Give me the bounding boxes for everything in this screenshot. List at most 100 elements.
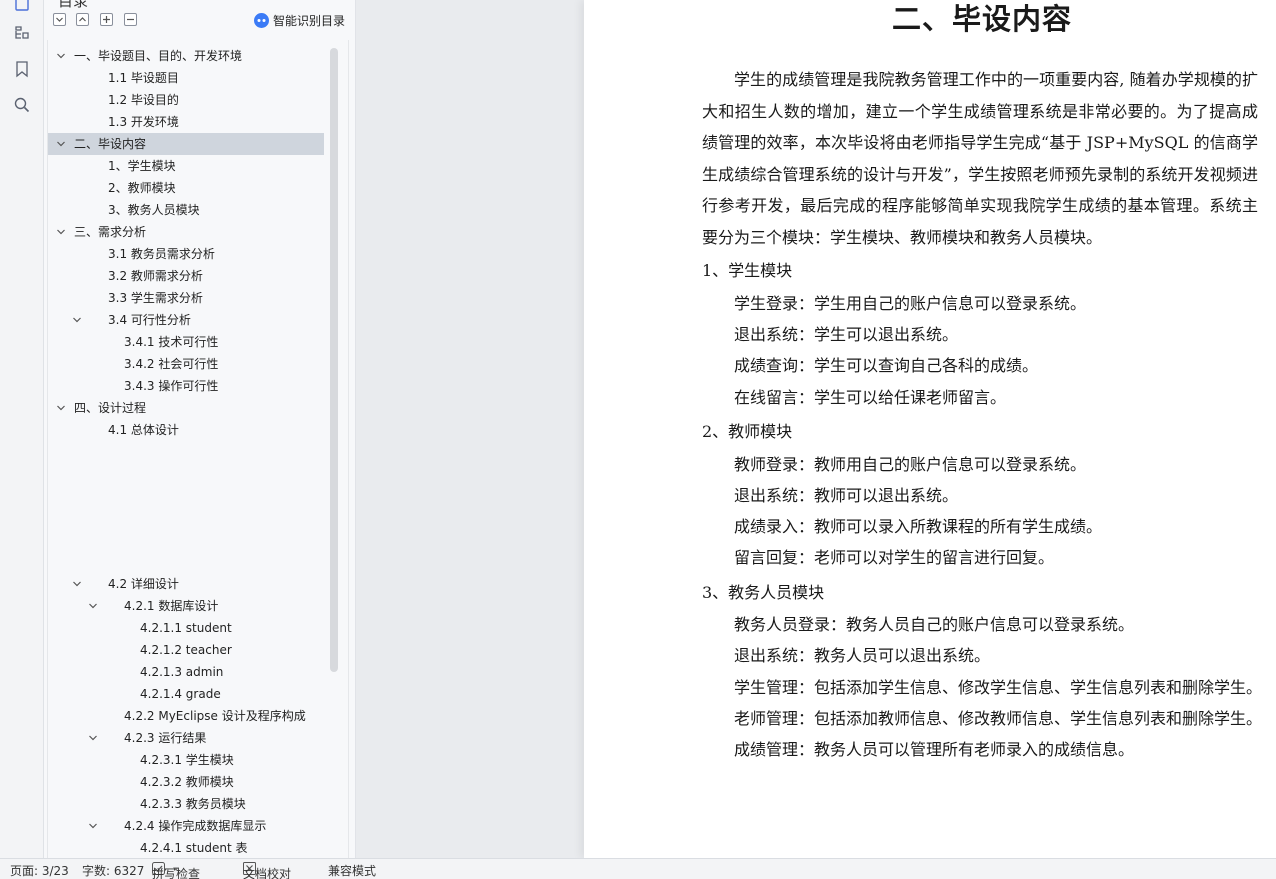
outline-item-label: 二、毕设内容 [74, 137, 147, 151]
module-feature-line: 退出系统：学生可以退出系统。 [734, 325, 959, 344]
outline-panel: 目录 智能识别目录 一、毕设题目、目的、开发环境 1.1 毕设题目 1.2 毕设目的… [44, 0, 356, 858]
outline-item[interactable]: 1.2 毕设目的 [48, 89, 324, 111]
outline-item-label: 4.2.1 数据库设计 [124, 599, 219, 613]
chevron-down-icon[interactable] [56, 139, 66, 149]
outline-item-label: 4.2.3 运行结果 [124, 731, 207, 745]
module-feature-line: 成绩录入：教师可以录入所教课程的所有学生成绩。 [734, 517, 1103, 536]
outline-tree: 一、毕设题目、目的、开发环境 1.1 毕设题目 1.2 毕设目的 1.3 开发环境二、… [47, 40, 349, 858]
chevron-down-icon[interactable] [56, 403, 66, 413]
outline-scrollbar[interactable] [330, 48, 338, 672]
outline-item-label: 4.2 详细设计 [108, 577, 179, 591]
outline-item-label: 4.1 总体设计 [108, 423, 179, 437]
outline-item[interactable]: 4.2.1.4 grade [48, 683, 324, 705]
outline-item-label: 4.2.1.3 admin [140, 665, 224, 679]
remove-heading-button[interactable] [124, 13, 137, 26]
doc-proofread-button[interactable]: 文档校对 [243, 862, 291, 879]
bookmark-icon[interactable] [8, 55, 36, 83]
chevron-down-icon[interactable] [88, 733, 98, 743]
navigation-tree-icon[interactable] [8, 19, 36, 47]
outline-item[interactable]: 3.4.3 操作可行性 [48, 375, 324, 397]
module-feature-line: 学生管理：包括添加学生信息、修改学生信息、学生信息列表和删除学生。 [734, 678, 1263, 697]
outline-item[interactable]: 1、学生模块 [48, 155, 324, 177]
document-page[interactable]: 二、毕设内容 学生的成绩管理是我院教务管理工作中的一项重要内容, 随着办学规模的… [584, 0, 1276, 858]
status-bar: 页面: 3/23 字数: 6327 拼写检查 文档校对 兼容模式 [0, 858, 1276, 879]
outline-item-label: 1、学生模块 [108, 159, 176, 173]
outline-item[interactable]: 3.3 学生需求分析 [48, 287, 324, 309]
outline-item[interactable]: 4.2.3.3 教务员模块 [48, 793, 324, 815]
outline-item[interactable]: 4.2.1.3 admin [48, 661, 324, 683]
chevron-down-icon[interactable] [72, 315, 82, 325]
chevron-down-icon[interactable] [88, 601, 98, 611]
outline-panel-icon[interactable] [8, 0, 36, 18]
outline-item[interactable]: 4.2 详细设计 [48, 573, 324, 595]
word-count[interactable]: 字数: 6327 [82, 862, 144, 879]
module-heading: 3、教务人员模块 [702, 583, 825, 602]
chevron-down-icon [56, 17, 63, 22]
outline-item-label: 1.2 毕设目的 [108, 93, 179, 107]
outline-item[interactable]: 3、教务人员模块 [48, 199, 324, 221]
outline-item[interactable]: 4.2.1.2 teacher [48, 639, 324, 661]
outline-item[interactable]: 二、毕设内容 [48, 133, 324, 155]
collapse-all-button[interactable] [53, 13, 66, 26]
outline-item-label: 3.4.3 操作可行性 [124, 379, 219, 393]
outline-item[interactable]: 4.2.1.1 student [48, 617, 324, 639]
module-feature-line: 教师登录：教师用自己的账户信息可以登录系统。 [734, 455, 1087, 474]
minus-icon [127, 18, 134, 21]
module-feature-line: 退出系统：教师可以退出系统。 [734, 486, 959, 505]
outline-item[interactable]: 1.3 开发环境 [48, 111, 324, 133]
section-title: 二、毕设内容 [892, 2, 1073, 36]
outline-item[interactable]: 4.2.1 数据库设计 [48, 595, 324, 617]
outline-item[interactable]: 4.2.4.1 student 表 [48, 837, 324, 859]
smart-toc-label: 智能识别目录 [272, 14, 345, 28]
plus-icon [103, 16, 110, 23]
outline-item[interactable]: 3.4 可行性分析 [48, 309, 324, 331]
doc-proofread-label: 文档校对 [243, 867, 292, 879]
outline-item[interactable]: 4.1 总体设计 [48, 419, 324, 441]
chevron-down-icon[interactable] [56, 51, 66, 61]
module-feature-line: 在线留言：学生可以给任课老师留言。 [734, 388, 1007, 407]
outline-item-label: 3.3 学生需求分析 [108, 291, 203, 305]
document-area: 二、毕设内容 学生的成绩管理是我院教务管理工作中的一项重要内容, 随着办学规模的… [356, 0, 1276, 858]
page-count[interactable]: 页面: 3/23 [10, 862, 69, 879]
module-feature-line: 教务人员登录：教务人员自己的账户信息可以登录系统。 [734, 615, 1135, 634]
outline-item[interactable]: 四、设计过程 [48, 397, 324, 419]
outline-item-label: 4.2.3.1 学生模块 [140, 753, 234, 767]
spell-check-label: 拼写检查 [152, 867, 201, 879]
outline-item-label: 1.3 开发环境 [108, 115, 179, 129]
outline-item[interactable]: 3.4.2 社会可行性 [48, 353, 324, 375]
outline-item-label: 4.2.1.2 teacher [140, 643, 232, 657]
outline-item[interactable]: 4.2.3 运行结果 [48, 727, 324, 749]
smart-toc-button[interactable]: 智能识别目录 [253, 12, 345, 29]
chevron-down-icon[interactable] [88, 821, 98, 831]
outline-item[interactable]: 4.2.2 MyEclipse 设计及程序构成 [48, 705, 324, 727]
outline-item-label: 3.4.2 社会可行性 [124, 357, 219, 371]
module-feature-line: 留言回复：老师可以对学生的留言进行回复。 [734, 548, 1055, 567]
outline-item[interactable]: 4.2.4 操作完成数据库显示 [48, 815, 324, 837]
outline-item[interactable]: 2、教师模块 [48, 177, 324, 199]
outline-item[interactable]: 3.2 教师需求分析 [48, 265, 324, 287]
chevron-down-icon[interactable] [56, 227, 66, 237]
outline-item-label: 4.2.2 MyEclipse 设计及程序构成 [124, 709, 306, 723]
module-feature-line: 成绩查询：学生可以查询自己各科的成绩。 [734, 356, 1039, 375]
chevron-down-icon[interactable] [72, 579, 82, 589]
spell-check-button[interactable]: 拼写检查 [152, 862, 200, 879]
expand-up-button[interactable] [76, 13, 89, 26]
outline-item-label: 3.2 教师需求分析 [108, 269, 203, 283]
outline-item[interactable]: 3.1 教务员需求分析 [48, 243, 324, 265]
outline-item-label: 3.4.1 技术可行性 [124, 335, 219, 349]
outline-item-label: 4.2.3.3 教务员模块 [140, 797, 246, 811]
add-heading-button[interactable] [100, 13, 113, 26]
outline-item[interactable]: 1.1 毕设题目 [48, 67, 324, 89]
outline-item[interactable]: 4.2.3.1 学生模块 [48, 749, 324, 771]
outline-item-label: 4.2.4 操作完成数据库显示 [124, 819, 267, 833]
left-icon-rail [0, 0, 44, 858]
search-icon[interactable] [8, 91, 36, 119]
module-heading: 2、教师模块 [702, 422, 793, 441]
outline-item[interactable]: 一、毕设题目、目的、开发环境 [48, 45, 324, 67]
outline-item[interactable]: 3.4.1 技术可行性 [48, 331, 324, 353]
outline-item-label: 四、设计过程 [74, 401, 147, 415]
outline-item-label: 4.2.4.1 student 表 [140, 841, 248, 855]
outline-item-label: 三、需求分析 [74, 225, 147, 239]
outline-item[interactable]: 三、需求分析 [48, 221, 324, 243]
outline-item[interactable]: 4.2.3.2 教师模块 [48, 771, 324, 793]
